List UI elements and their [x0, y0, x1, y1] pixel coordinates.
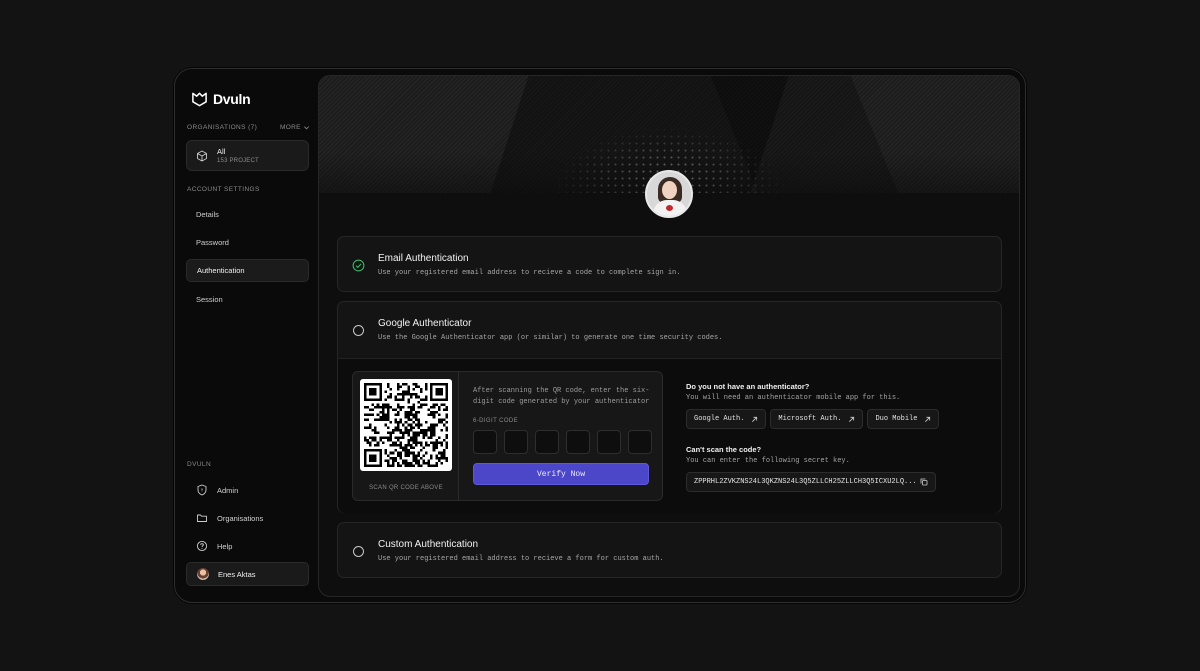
code-inputs: [473, 430, 652, 454]
dvuln-heading: DVULN: [187, 461, 212, 468]
check-circle-icon[interactable]: [352, 259, 365, 272]
code-digit-input[interactable]: [566, 430, 590, 454]
cant-scan-title: Can't scan the code?: [686, 445, 762, 454]
custom-auth-description: Use your registered email address to rec…: [378, 555, 664, 563]
help-circle-icon: [196, 540, 208, 552]
org-selector[interactable]: All 153 PROJECT: [186, 140, 309, 171]
custom-auth-title: Custom Authentication: [378, 539, 479, 550]
nav-session[interactable]: Session: [186, 288, 309, 311]
nav-password[interactable]: Password: [186, 231, 309, 254]
email-auth-title: Email Authentication: [378, 253, 469, 264]
cube-icon: [197, 150, 207, 161]
qr-instructions: After scanning the QR code, enter the si…: [473, 387, 650, 406]
chevron-down-icon: [303, 126, 309, 130]
duo-mobile-link-label: Duo Mobile: [875, 415, 918, 423]
secret-key-value: ZPPRHL2ZVKZNS24L3QKZNS24L3Q5ZLLCH25ZLLCH…: [694, 478, 917, 486]
external-link-icon: [752, 416, 758, 422]
code-digit-input[interactable]: [504, 430, 528, 454]
microsoft-auth-link[interactable]: Microsoft Auth.: [770, 409, 864, 429]
avatar: [197, 568, 209, 580]
code-digit-input[interactable]: [597, 430, 621, 454]
more-button[interactable]: MORE: [280, 124, 310, 131]
no-app-title: Do you not have an authenticator?: [686, 382, 810, 391]
cant-scan-description: You can enter the following secret key.: [686, 457, 850, 465]
copy-icon[interactable]: [920, 478, 928, 486]
app-window: Dvuln ORGANISATIONS (7) MORE All 153 PRO…: [174, 68, 1026, 603]
qr-code: [360, 379, 452, 471]
code-digit-input[interactable]: [628, 430, 652, 454]
google-auth-radio[interactable]: [353, 325, 364, 336]
google-auth-title: Google Authenticator: [378, 318, 472, 329]
microsoft-auth-link-label: Microsoft Auth.: [778, 415, 842, 423]
google-auth-description: Use the Google Authenticator app (or sim…: [378, 334, 723, 342]
org-title: All: [217, 147, 226, 156]
verify-button[interactable]: Verify Now: [473, 463, 649, 485]
nav-authentication[interactable]: Authentication: [186, 259, 309, 282]
nav-admin[interactable]: Admin: [186, 478, 309, 502]
dvuln-logo-icon: [192, 92, 207, 107]
external-link-icon: [849, 416, 855, 422]
no-app-description: You will need an authenticator mobile ap…: [686, 394, 901, 402]
nav-organisations[interactable]: Organisations: [186, 506, 309, 530]
qr-caption: SCAN QR CODE ABOVE: [369, 485, 443, 491]
email-auth-description: Use your registered email address to rec…: [378, 269, 681, 277]
code-digit-input[interactable]: [535, 430, 559, 454]
account-settings-heading: ACCOUNT SETTINGS: [187, 186, 260, 193]
google-auth-card: Google Authenticator Use the Google Auth…: [337, 301, 1002, 513]
email-auth-card[interactable]: Email Authentication Use your registered…: [337, 236, 1002, 292]
org-subtitle: 153 PROJECT: [217, 158, 259, 164]
secret-key-field[interactable]: ZPPRHL2ZVKZNS24L3QKZNS24L3Q5ZLLCH25ZLLCH…: [686, 472, 936, 492]
code-label: 6-DIGIT CODE: [473, 418, 519, 424]
nav-details[interactable]: Details: [186, 203, 309, 226]
sidebar: Dvuln ORGANISATIONS (7) MORE All 153 PRO…: [175, 69, 318, 602]
user-profile-button[interactable]: Enes Aktas: [186, 562, 309, 586]
nav-organisations-label: Organisations: [217, 513, 264, 523]
custom-auth-radio[interactable]: [353, 546, 364, 557]
brand-logo[interactable]: Dvuln: [191, 91, 251, 107]
nav-admin-label: Admin: [217, 485, 239, 495]
qr-panel: SCAN QR CODE ABOVE After scanning the QR…: [352, 371, 663, 501]
google-auth-header[interactable]: Google Authenticator Use the Google Auth…: [338, 302, 1001, 358]
code-digit-input[interactable]: [473, 430, 497, 454]
duo-mobile-link[interactable]: Duo Mobile: [867, 409, 940, 429]
google-auth-setup: SCAN QR CODE ABOVE After scanning the QR…: [338, 358, 1001, 513]
google-auth-link[interactable]: Google Auth.: [686, 409, 767, 429]
nav-help-label: Help: [217, 541, 233, 551]
shield-icon: [197, 484, 207, 496]
google-auth-link-label: Google Auth.: [694, 415, 745, 423]
external-link-icon: [925, 416, 931, 422]
nav-help[interactable]: Help: [186, 534, 309, 558]
main-panel: Email Authentication Use your registered…: [318, 75, 1020, 597]
organisations-heading: ORGANISATIONS (7): [187, 124, 258, 131]
custom-auth-card[interactable]: Custom Authentication Use your registere…: [337, 522, 1002, 578]
brand-name: Dvuln: [213, 91, 251, 107]
user-name: Enes Aktas: [218, 569, 256, 579]
profile-avatar[interactable]: [645, 170, 693, 218]
folder-icon: [197, 514, 207, 522]
more-label: MORE: [280, 124, 301, 131]
